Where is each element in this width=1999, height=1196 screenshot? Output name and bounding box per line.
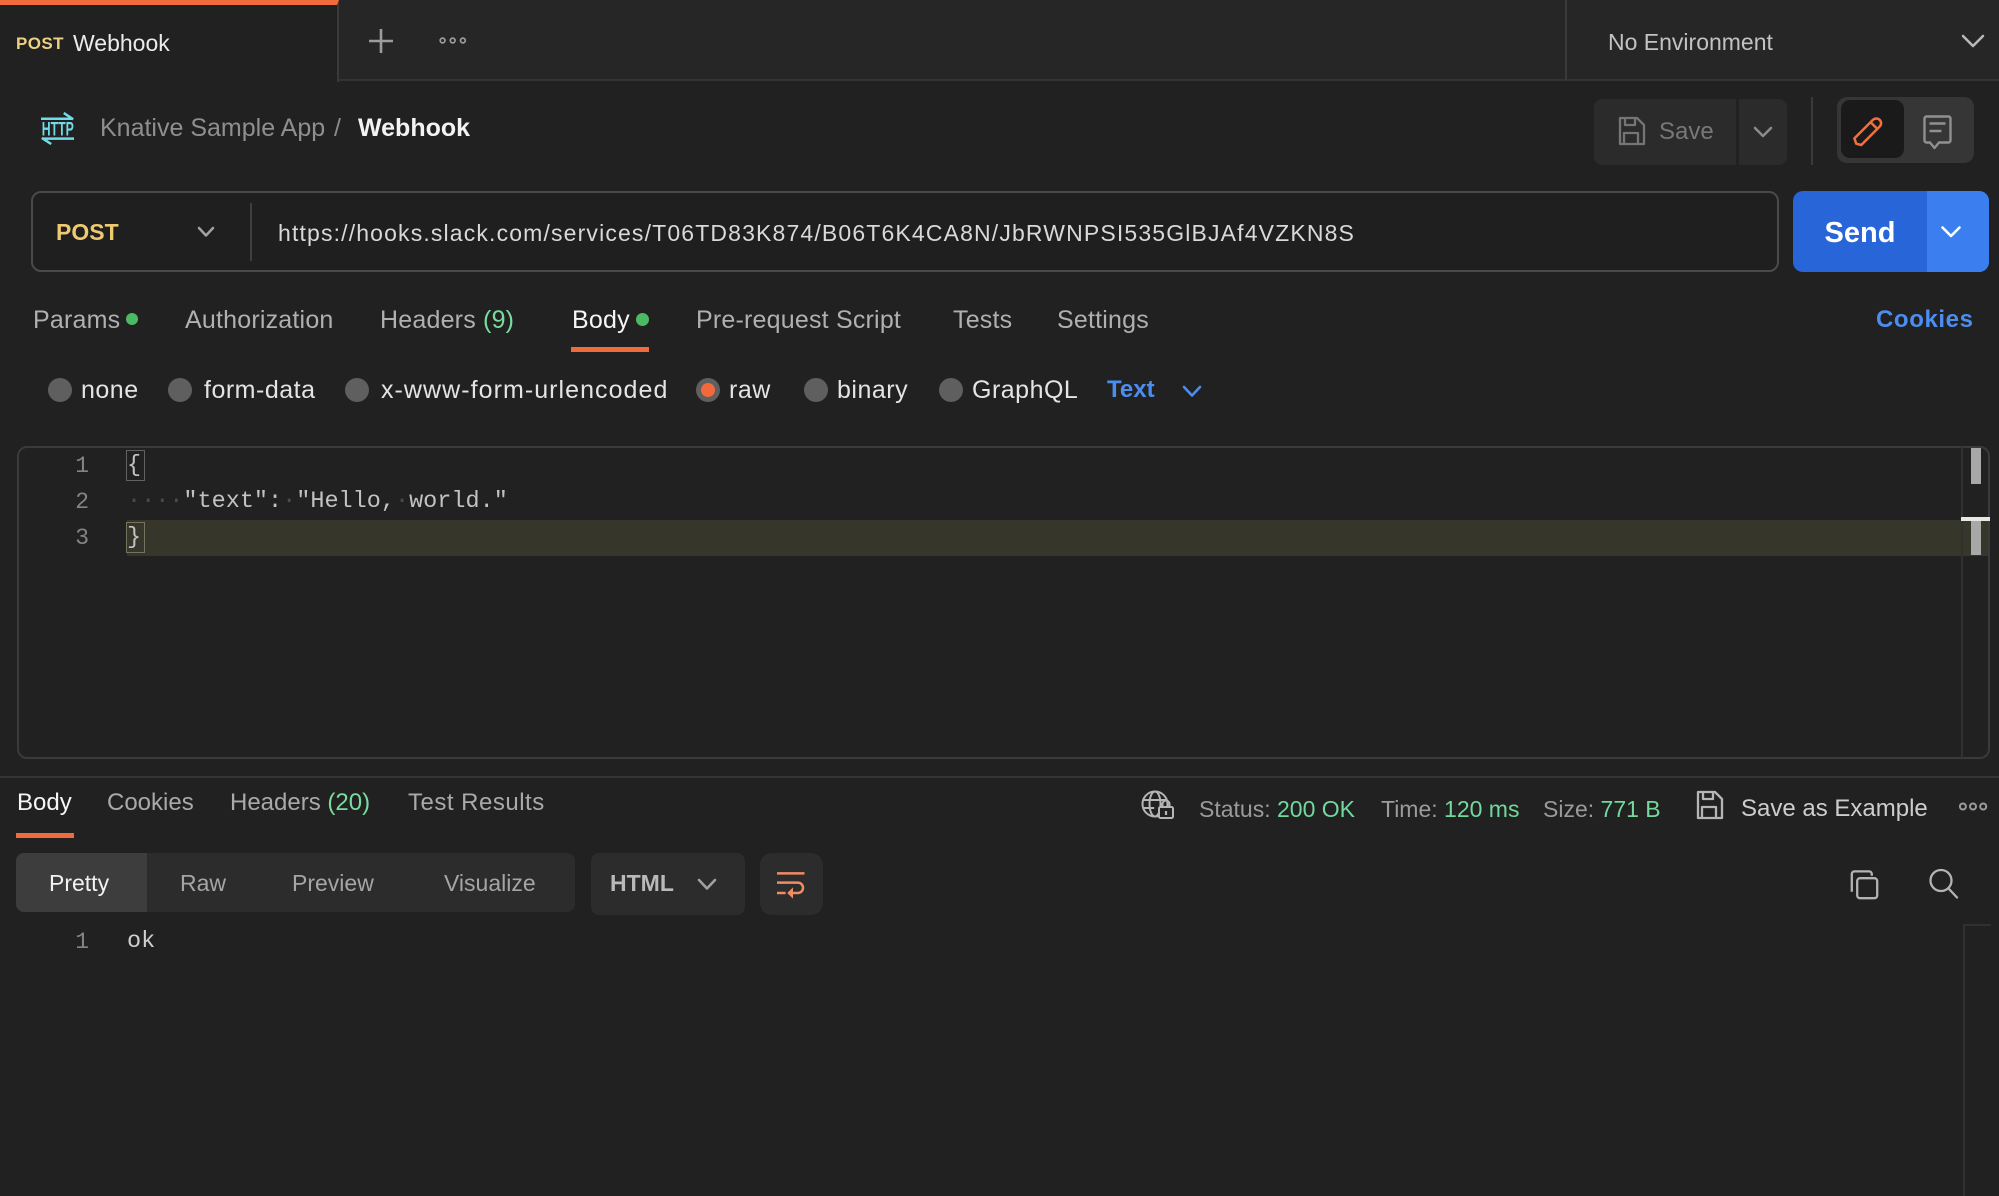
svg-text:HTTP: HTTP — [42, 120, 74, 141]
